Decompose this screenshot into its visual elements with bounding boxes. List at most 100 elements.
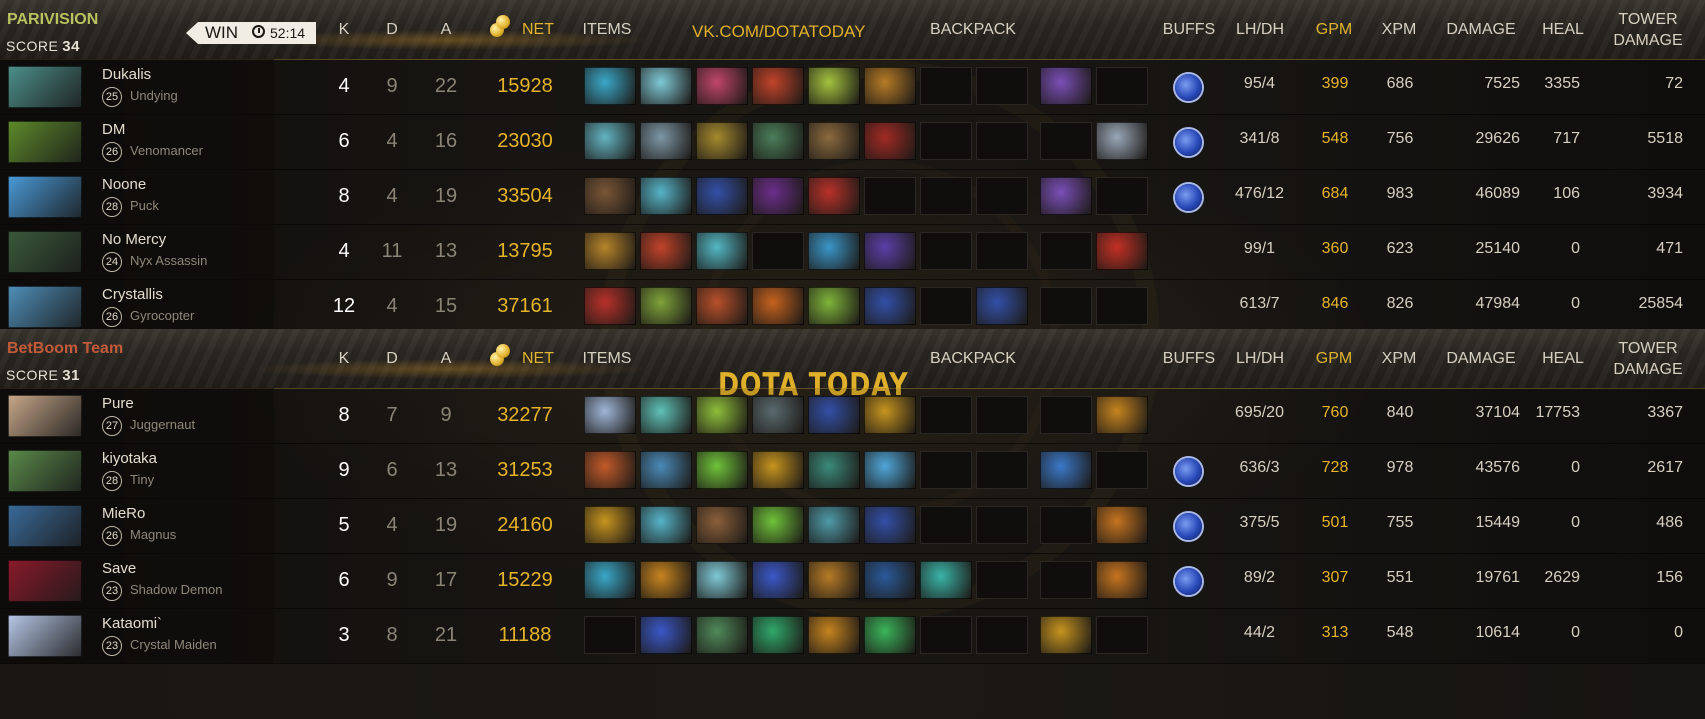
item-slot-6-icon[interactable] xyxy=(864,122,916,160)
item-slot-4-icon[interactable] xyxy=(752,396,804,434)
item-slot-5-icon[interactable] xyxy=(808,287,860,325)
item-slot-6-icon[interactable] xyxy=(864,506,916,544)
item-slot-3-icon[interactable] xyxy=(696,177,748,215)
hero-portrait[interactable] xyxy=(8,505,82,547)
item-slot-5-icon[interactable] xyxy=(808,396,860,434)
empty-backpack-slot[interactable] xyxy=(976,232,1028,270)
item-slot-3-icon[interactable] xyxy=(696,396,748,434)
empty-backpack-slot[interactable] xyxy=(976,451,1028,489)
player-row[interactable]: Kataomi` 23 Crystal Maiden 3 8 21 11188 44/2 313… xyxy=(0,608,1705,664)
empty-backpack-slot[interactable] xyxy=(920,232,972,270)
hero-portrait[interactable] xyxy=(8,66,82,108)
aghanim-shard-buff-icon[interactable] xyxy=(1175,568,1202,595)
item-slot-5-icon[interactable] xyxy=(808,561,860,599)
player-name[interactable]: kiyotaka xyxy=(102,450,157,467)
item-slot-2-icon[interactable] xyxy=(640,506,692,544)
hero-portrait[interactable] xyxy=(8,286,82,328)
empty-neutral-slot[interactable] xyxy=(1040,287,1092,325)
hero-portrait[interactable] xyxy=(8,176,82,218)
player-name[interactable]: Crystallis xyxy=(102,286,163,303)
player-name[interactable]: MieRo xyxy=(102,505,145,522)
player-row[interactable]: No Mercy 24 Nyx Assassin 4 11 13 13795 99/1 360 6… xyxy=(0,224,1705,280)
item-slot-6-icon[interactable] xyxy=(864,396,916,434)
player-row[interactable]: Crystallis 26 Gyrocopter 12 4 15 37161 613/7 846… xyxy=(0,279,1705,335)
empty-neutral-slot[interactable] xyxy=(1096,451,1148,489)
empty-backpack-slot[interactable] xyxy=(976,177,1028,215)
item-slot-4-icon[interactable] xyxy=(752,561,804,599)
aghanim-shard-buff-icon[interactable] xyxy=(1175,129,1202,156)
empty-backpack-slot[interactable] xyxy=(976,396,1028,434)
item-slot-6-icon[interactable] xyxy=(864,616,916,654)
player-name[interactable]: Kataomi` xyxy=(102,615,162,632)
empty-backpack-slot[interactable] xyxy=(976,122,1028,160)
neutral-item-icon[interactable] xyxy=(1040,67,1092,105)
player-name[interactable]: DM xyxy=(102,121,125,138)
item-slot-3-icon[interactable] xyxy=(696,506,748,544)
neutral-item-icon[interactable] xyxy=(1096,396,1148,434)
item-slot-5-icon[interactable] xyxy=(808,122,860,160)
item-slot-1-icon[interactable] xyxy=(584,506,636,544)
neutral-item-icon[interactable] xyxy=(1040,616,1092,654)
hero-portrait[interactable] xyxy=(8,395,82,437)
empty-backpack-slot[interactable] xyxy=(920,122,972,160)
item-slot-3-icon[interactable] xyxy=(696,616,748,654)
item-slot-1-icon[interactable] xyxy=(584,177,636,215)
item-slot-2-icon[interactable] xyxy=(640,287,692,325)
neutral-item-icon[interactable] xyxy=(1096,232,1148,270)
empty-item-slot[interactable] xyxy=(752,232,804,270)
empty-neutral-slot[interactable] xyxy=(1096,616,1148,654)
item-slot-3-icon[interactable] xyxy=(696,451,748,489)
player-name[interactable]: Pure xyxy=(102,395,134,412)
item-slot-6-icon[interactable] xyxy=(864,451,916,489)
neutral-item-icon[interactable] xyxy=(1096,122,1148,160)
player-name[interactable]: Dukalis xyxy=(102,66,151,83)
empty-neutral-slot[interactable] xyxy=(1040,506,1092,544)
item-slot-3-icon[interactable] xyxy=(696,122,748,160)
item-slot-1-icon[interactable] xyxy=(584,232,636,270)
hero-portrait[interactable] xyxy=(8,231,82,273)
empty-backpack-slot[interactable] xyxy=(976,616,1028,654)
item-slot-1-icon[interactable] xyxy=(584,451,636,489)
empty-neutral-slot[interactable] xyxy=(1040,122,1092,160)
player-name[interactable]: Noone xyxy=(102,176,146,193)
empty-backpack-slot[interactable] xyxy=(920,177,972,215)
empty-backpack-slot[interactable] xyxy=(920,616,972,654)
hero-portrait[interactable] xyxy=(8,450,82,492)
empty-backpack-slot[interactable] xyxy=(920,506,972,544)
backpack-item-icon[interactable] xyxy=(976,287,1028,325)
item-slot-1-icon[interactable] xyxy=(584,67,636,105)
empty-backpack-slot[interactable] xyxy=(920,287,972,325)
player-row[interactable]: MieRo 26 Magnus 5 4 19 24160 375/5 501 755 15449 0 4… xyxy=(0,498,1705,554)
item-slot-2-icon[interactable] xyxy=(640,177,692,215)
player-row[interactable]: Save 23 Shadow Demon 6 9 17 15229 89/2 307 551 197… xyxy=(0,553,1705,609)
item-slot-4-icon[interactable] xyxy=(752,616,804,654)
item-slot-5-icon[interactable] xyxy=(808,451,860,489)
item-slot-1-icon[interactable] xyxy=(584,122,636,160)
empty-neutral-slot[interactable] xyxy=(1040,232,1092,270)
empty-neutral-slot[interactable] xyxy=(1096,287,1148,325)
player-name[interactable]: Save xyxy=(102,560,136,577)
item-slot-4-icon[interactable] xyxy=(752,122,804,160)
item-slot-6-icon[interactable] xyxy=(864,561,916,599)
empty-neutral-slot[interactable] xyxy=(1040,561,1092,599)
item-slot-5-icon[interactable] xyxy=(808,232,860,270)
player-row[interactable]: DM 26 Venomancer 6 4 16 23030 341/8 548 756 29626 7… xyxy=(0,114,1705,170)
item-slot-5-icon[interactable] xyxy=(808,506,860,544)
empty-backpack-slot[interactable] xyxy=(920,451,972,489)
item-slot-1-icon[interactable] xyxy=(584,287,636,325)
player-row[interactable]: Pure 27 Juggernaut 8 7 9 32277 695/20 760 840 3710… xyxy=(0,388,1705,444)
player-name[interactable]: No Mercy xyxy=(102,231,166,248)
item-slot-3-icon[interactable] xyxy=(696,287,748,325)
empty-backpack-slot[interactable] xyxy=(976,67,1028,105)
item-slot-4-icon[interactable] xyxy=(752,287,804,325)
item-slot-6-icon[interactable] xyxy=(864,67,916,105)
item-slot-4-icon[interactable] xyxy=(752,451,804,489)
item-slot-2-icon[interactable] xyxy=(640,451,692,489)
empty-neutral-slot[interactable] xyxy=(1040,396,1092,434)
player-row[interactable]: Dukalis 25 Undying 4 9 22 15928 95/4 399 686 7525 3… xyxy=(0,59,1705,115)
item-slot-2-icon[interactable] xyxy=(640,561,692,599)
item-slot-2-icon[interactable] xyxy=(640,616,692,654)
item-slot-2-icon[interactable] xyxy=(640,396,692,434)
hero-portrait[interactable] xyxy=(8,121,82,163)
player-row[interactable]: kiyotaka 28 Tiny 9 6 13 31253 636/3 728 978 43576 0… xyxy=(0,443,1705,499)
